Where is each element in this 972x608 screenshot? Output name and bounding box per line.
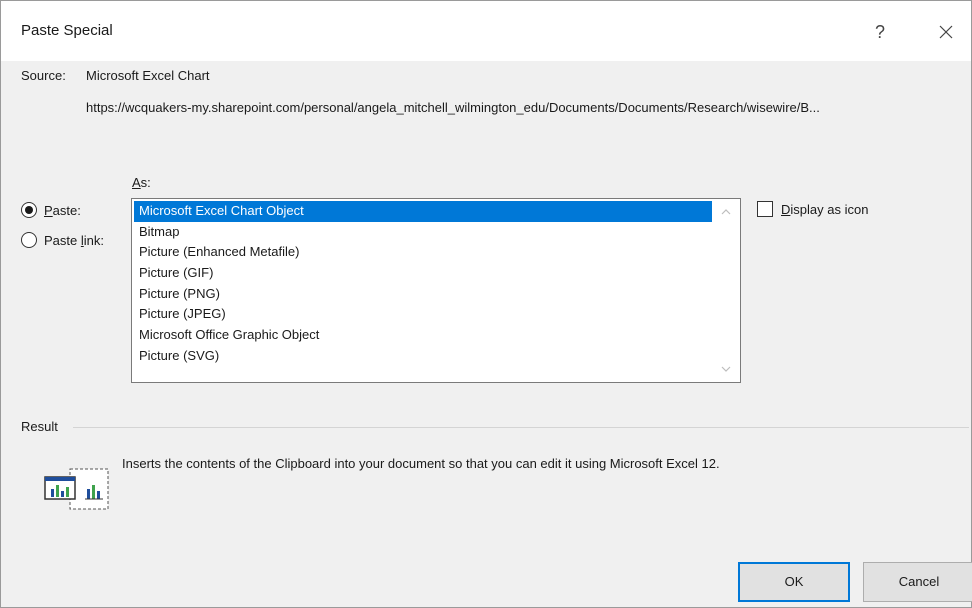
list-scrollbar[interactable]	[712, 199, 740, 382]
embed-object-icon	[43, 461, 113, 511]
result-label: Result	[21, 419, 58, 434]
close-button[interactable]	[929, 15, 963, 49]
paste-radio-label: Paste:	[44, 203, 81, 218]
paste-label-rest: aste:	[52, 202, 81, 218]
list-item[interactable]: Microsoft Excel Chart Object	[134, 201, 712, 222]
paste-as-list: Microsoft Excel Chart Object Bitmap Pict…	[134, 201, 712, 367]
paste-link-radio[interactable]	[21, 232, 37, 248]
display-as-icon-option[interactable]: Display as icon	[757, 201, 868, 217]
paste-radio[interactable]	[21, 202, 37, 218]
display-as-icon-label: Display as icon	[781, 202, 868, 217]
paste-accel: P	[44, 202, 53, 218]
list-item[interactable]: Picture (SVG)	[134, 346, 712, 367]
paste-special-dialog: Paste Special ? Source: Microsoft Excel …	[0, 0, 972, 608]
list-item[interactable]: Bitmap	[134, 222, 712, 243]
chevron-up-icon	[721, 209, 731, 215]
display-as-icon-checkbox[interactable]	[757, 201, 773, 217]
paste-link-radio-option[interactable]: Paste link:	[21, 232, 104, 248]
list-item[interactable]: Picture (PNG)	[134, 284, 712, 305]
scroll-up-button[interactable]	[712, 202, 740, 222]
as-label: As:	[132, 175, 151, 190]
dialog-title: Paste Special	[21, 22, 113, 39]
cancel-button[interactable]: Cancel	[863, 562, 972, 602]
list-item[interactable]: Microsoft Office Graphic Object	[134, 325, 712, 346]
display-as-icon-accel: D	[781, 201, 791, 217]
help-button[interactable]: ?	[863, 15, 897, 49]
paste-link-prefix: Paste	[44, 232, 81, 248]
ok-button[interactable]: OK	[738, 562, 850, 602]
paste-as-listbox[interactable]: Microsoft Excel Chart Object Bitmap Pict…	[131, 198, 741, 383]
close-icon	[939, 25, 953, 39]
result-divider	[73, 427, 969, 428]
paste-link-radio-label: Paste link:	[44, 233, 104, 248]
title-bar: Paste Special ?	[1, 1, 971, 61]
list-item[interactable]: Picture (GIF)	[134, 263, 712, 284]
chevron-down-icon	[721, 366, 731, 372]
source-label: Source:	[21, 68, 66, 83]
source-name: Microsoft Excel Chart	[86, 68, 210, 83]
list-item[interactable]: Picture (JPEG)	[134, 304, 712, 325]
paste-link-rest: ink:	[83, 232, 104, 248]
display-as-icon-rest: isplay as icon	[790, 201, 869, 217]
source-url: https://wcquakers-my.sharepoint.com/pers…	[86, 100, 820, 115]
as-accel: A	[132, 175, 141, 190]
paste-radio-option[interactable]: Paste:	[21, 202, 81, 218]
list-item[interactable]: Picture (Enhanced Metafile)	[134, 242, 712, 263]
as-label-rest: s:	[140, 175, 151, 190]
scroll-down-button[interactable]	[712, 359, 740, 379]
result-description: Inserts the contents of the Clipboard in…	[122, 456, 720, 471]
